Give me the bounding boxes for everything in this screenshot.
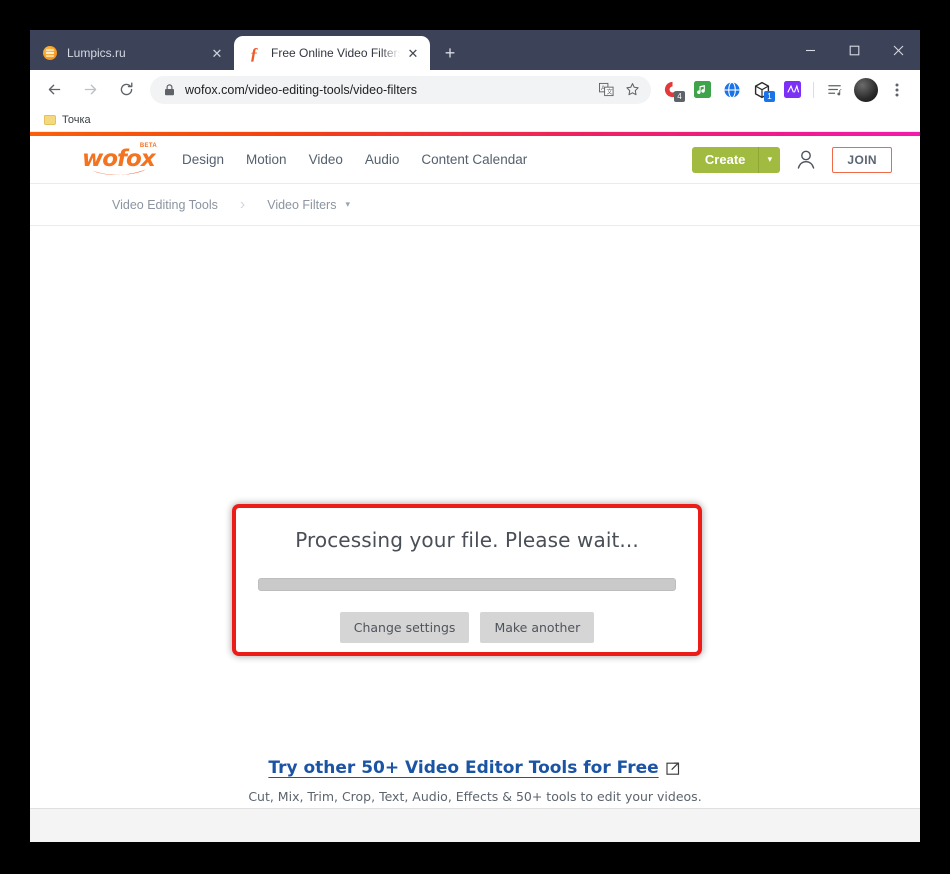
dialog-actions: Change settings Make another: [236, 612, 698, 643]
close-window-button[interactable]: [876, 30, 920, 70]
lumpics-favicon: [42, 45, 58, 61]
lock-icon: [162, 83, 176, 96]
make-another-button[interactable]: Make another: [480, 612, 595, 643]
extensions-area: 4 1: [657, 77, 912, 103]
create-button[interactable]: Create: [691, 146, 759, 173]
nav-item-audio[interactable]: Audio: [365, 152, 400, 167]
purple-extension-icon[interactable]: [779, 77, 805, 103]
close-icon[interactable]: ✕: [404, 44, 422, 62]
bookmark-label: Точка: [62, 114, 91, 126]
adblock-extension-icon[interactable]: 4: [659, 77, 685, 103]
profile-avatar[interactable]: [854, 77, 878, 102]
star-icon[interactable]: [619, 78, 645, 102]
toolbar-divider: [813, 81, 814, 98]
main-navigation: Design Motion Video Audio Content Calend…: [182, 152, 527, 167]
breadcrumb: Video Editing Tools › Video Filters ▾: [30, 184, 920, 226]
page-footer: [30, 808, 920, 842]
address-bar[interactable]: wofox.com/video-editing-tools/video-filt…: [150, 75, 651, 104]
url-text: wofox.com/video-editing-tools/video-filt…: [185, 82, 418, 97]
promo-link[interactable]: Try other 50+ Video Editor Tools for Fre…: [268, 758, 658, 778]
browser-window: Lumpics.ru ✕ ƒ Free Online Video Filters…: [30, 30, 920, 842]
translate-icon[interactable]: A文: [593, 78, 619, 102]
breadcrumb-parent[interactable]: Video Editing Tools: [112, 198, 218, 212]
page-viewport: wofox BETA Design Motion Video Audio Con…: [30, 132, 920, 842]
bookmark-tochka[interactable]: Точка: [38, 112, 97, 128]
back-icon[interactable]: [39, 75, 69, 105]
package-extension-icon[interactable]: 1: [749, 77, 775, 103]
media-list-icon[interactable]: [822, 77, 848, 103]
promo-link-row[interactable]: Try other 50+ Video Editor Tools for Fre…: [268, 758, 681, 778]
nav-item-video[interactable]: Video: [309, 152, 343, 167]
new-tab-button[interactable]: +: [436, 39, 464, 67]
logo-beta-badge: BETA: [139, 143, 157, 149]
wofox-logo[interactable]: wofox BETA: [82, 143, 157, 175]
nav-item-design[interactable]: Design: [182, 152, 224, 167]
chevron-down-icon[interactable]: ▾: [345, 199, 350, 210]
logo-swoosh-icon: [92, 169, 146, 175]
chevron-down-icon[interactable]: ▾: [758, 146, 781, 173]
promo-section: Try other 50+ Video Editor Tools for Fre…: [30, 758, 920, 804]
breadcrumb-separator-icon: ›: [239, 195, 246, 213]
close-icon[interactable]: ✕: [208, 44, 226, 62]
globe-extension-icon[interactable]: [719, 77, 745, 103]
tab-title: Lumpics.ru: [67, 46, 126, 60]
kebab-menu-icon[interactable]: [884, 77, 910, 103]
folder-icon: [44, 115, 56, 125]
adblock-badge: 4: [674, 90, 685, 102]
browser-tab-wofox[interactable]: ƒ Free Online Video Filters | WoFox ✕: [234, 36, 430, 70]
breadcrumb-current[interactable]: Video Filters: [267, 198, 336, 212]
svg-text:文: 文: [606, 88, 612, 96]
flash-favicon: ƒ: [249, 43, 259, 63]
music-extension-icon[interactable]: [689, 77, 715, 103]
change-settings-button[interactable]: Change settings: [339, 612, 470, 643]
progress-bar: [258, 578, 676, 591]
create-button-group: Create ▾: [691, 146, 781, 173]
nav-item-content-calendar[interactable]: Content Calendar: [421, 152, 527, 167]
forward-icon[interactable]: [75, 75, 105, 105]
site-header: wofox BETA Design Motion Video Audio Con…: [30, 136, 920, 184]
minimize-button[interactable]: [788, 30, 832, 70]
browser-toolbar: wofox.com/video-editing-tools/video-filt…: [30, 70, 920, 109]
maximize-button[interactable]: [832, 30, 876, 70]
tab-strip: Lumpics.ru ✕ ƒ Free Online Video Filters…: [30, 30, 920, 70]
external-link-icon[interactable]: [666, 760, 682, 776]
join-button[interactable]: JOIN: [832, 146, 892, 173]
processing-status-text: Processing your file. Please wait...: [295, 528, 639, 552]
window-controls: [788, 30, 920, 70]
page-content: Processing your file. Please wait... Cha…: [30, 226, 920, 842]
nav-item-motion[interactable]: Motion: [246, 152, 287, 167]
bookmarks-bar: Точка: [30, 109, 920, 132]
promo-subtitle: Cut, Mix, Trim, Crop, Text, Audio, Effec…: [248, 789, 702, 804]
browser-tab-lumpics[interactable]: Lumpics.ru ✕: [30, 36, 234, 70]
reload-icon[interactable]: [111, 75, 141, 105]
tab-title: Free Online Video Filters | WoFox: [271, 46, 400, 60]
package-badge: 1: [764, 90, 775, 102]
processing-dialog-highlight: Processing your file. Please wait... Cha…: [232, 504, 702, 656]
header-actions: Create ▾ JOIN: [691, 146, 892, 173]
user-icon[interactable]: [794, 148, 818, 172]
